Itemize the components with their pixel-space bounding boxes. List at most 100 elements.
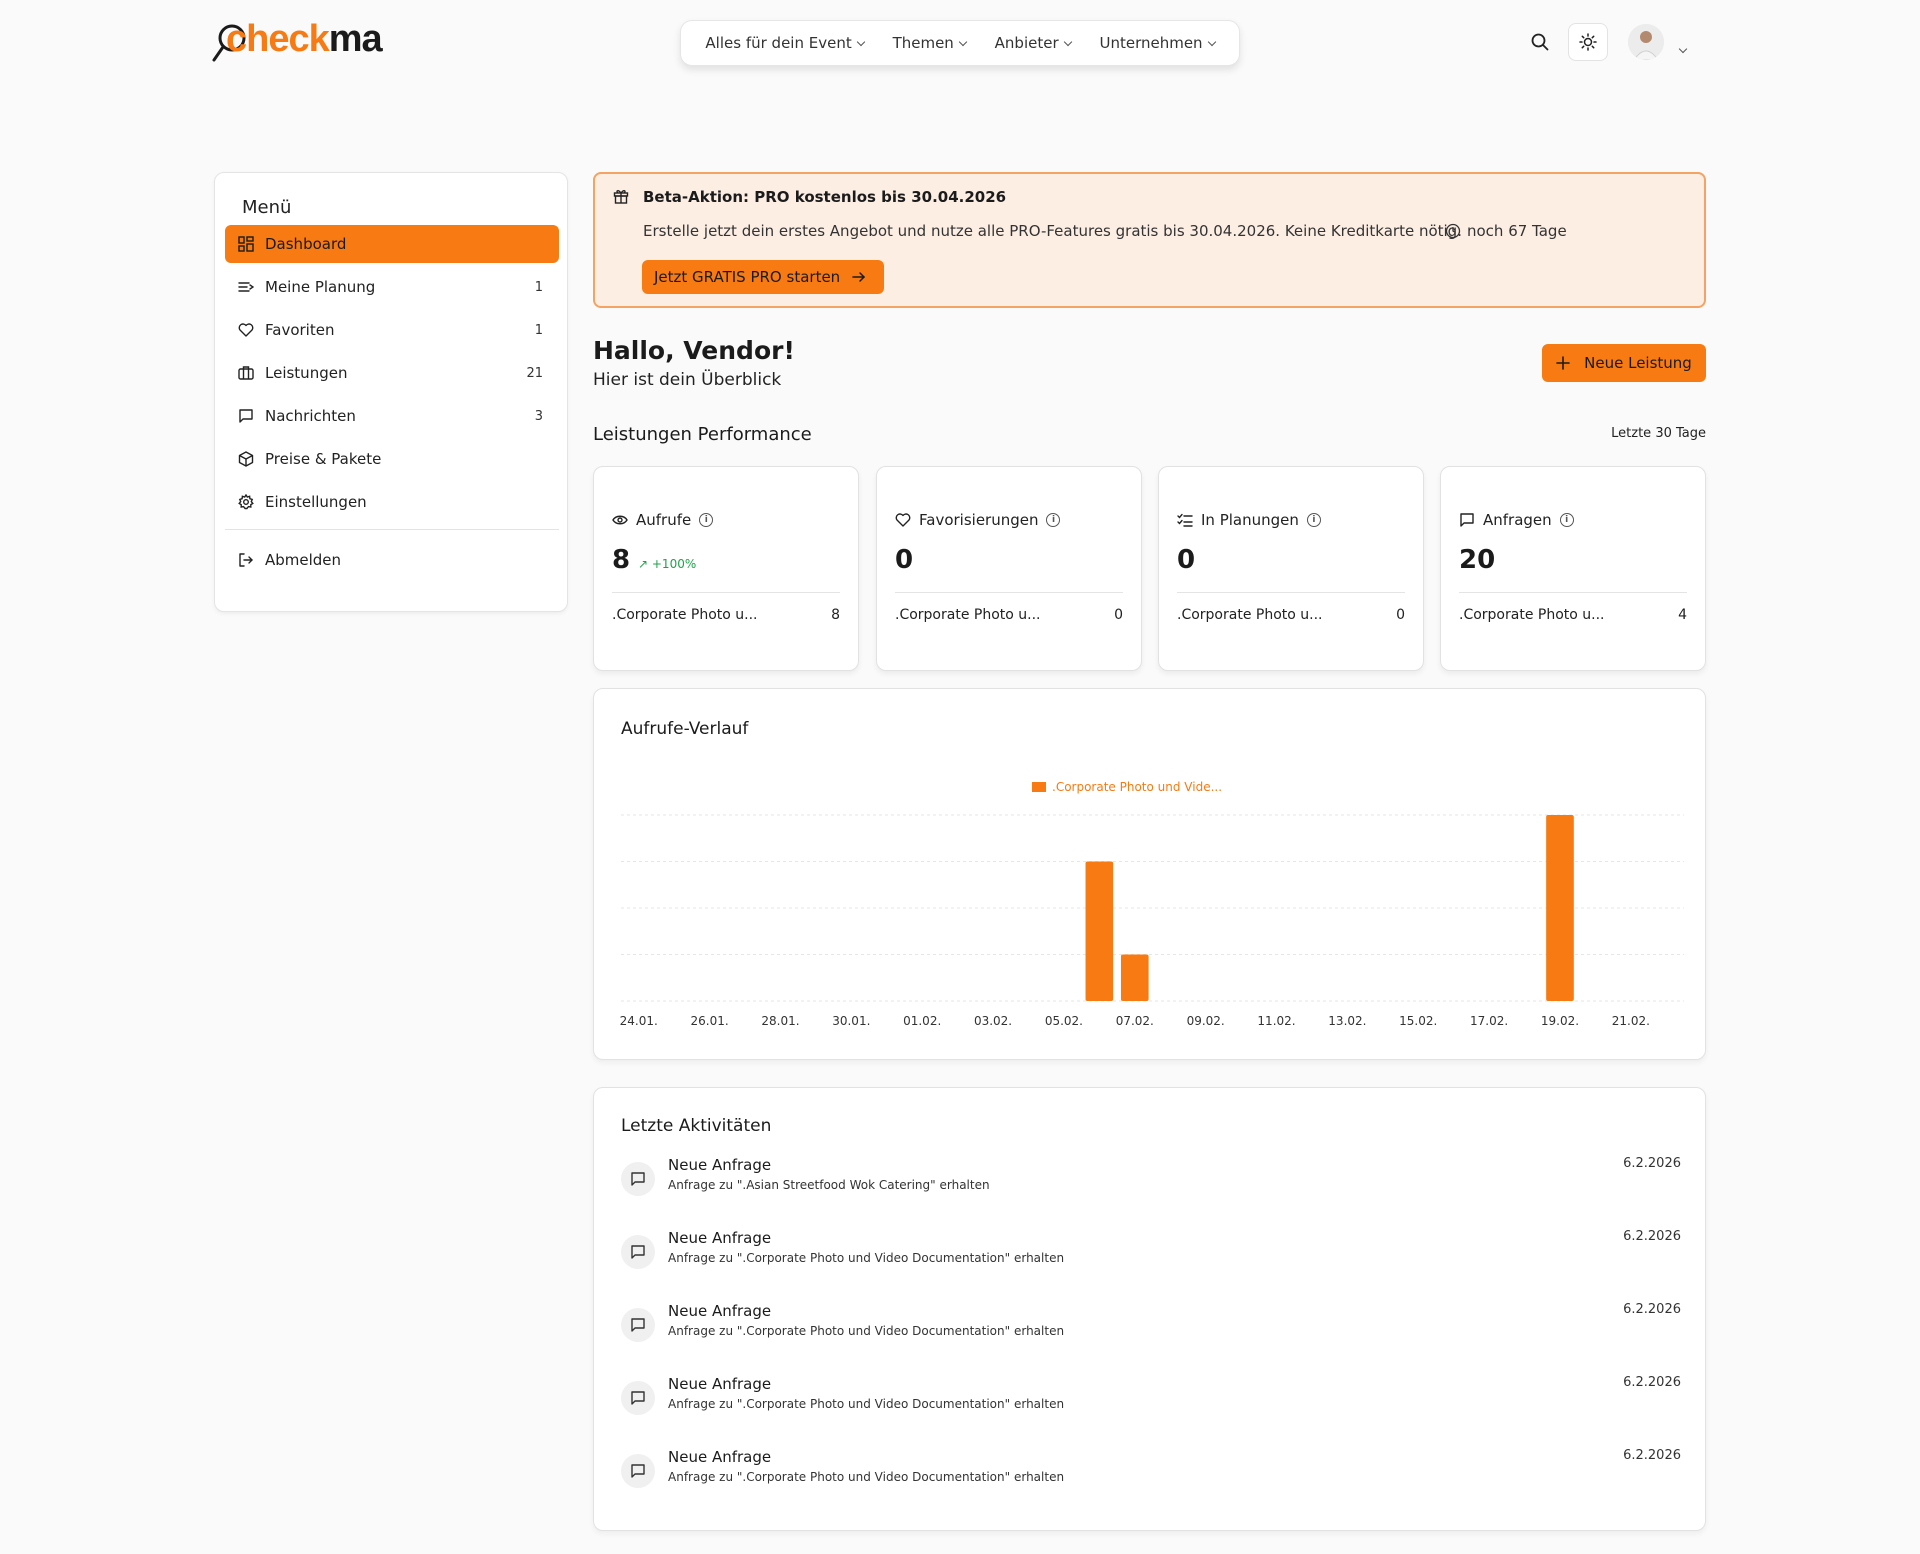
nav-item-themen[interactable]: Themen [893,34,968,52]
x-tick-label: 11.02. [1257,1014,1295,1028]
gift-icon [613,188,629,208]
nav-item-unternehmen[interactable]: Unternehmen [1099,34,1216,52]
avatar-menu-chevron[interactable] [1678,37,1688,56]
info-icon[interactable]: i [1046,513,1061,527]
x-tick-label: 24.01. [620,1014,658,1028]
sidebar-title: Menü [242,197,292,218]
arrow-right-icon [852,272,866,282]
brand-logo[interactable]: checkma [212,14,402,66]
sidebar-item-logout[interactable]: Abmelden [225,541,559,579]
stat-row-value: 4 [1678,607,1687,623]
sidebar-item-label: Meine Planung [265,278,376,296]
stat-label: In Planungen [1201,511,1299,529]
activity-item[interactable]: Neue Anfrage Anfrage zu ".Corporate Photo… [621,1302,1681,1354]
sidebar-item-label: Abmelden [265,551,342,569]
sidebar: Menü Dashboard Meine Planung 1 Favoriten… [214,172,568,612]
search-button[interactable] [1530,32,1550,52]
chevron-down-icon [1207,37,1216,46]
theme-toggle-button[interactable] [1568,23,1608,61]
sidebar-item-dashboard[interactable]: Dashboard [225,225,559,263]
page-subtitle: Hier ist dein Überblick [593,370,782,390]
stat-header: Anfragen i [1459,511,1574,529]
avatar[interactable] [1628,24,1664,60]
sidebar-item-count: 1 [534,279,543,295]
list-icon [237,278,255,296]
message-icon [621,1454,655,1488]
stat-row: .Corporate Photo u... 4 [1459,607,1687,623]
x-tick-label: 01.02. [903,1014,941,1028]
sidebar-item-count: 21 [526,365,543,381]
stat-divider [1459,592,1687,593]
checklist-icon [1177,513,1193,527]
nav-item-anbieter[interactable]: Anbieter [994,34,1072,52]
gear-icon [237,493,255,511]
message-icon [621,1308,655,1342]
legend-label: .Corporate Photo und Vide... [1052,780,1222,794]
performance-title: Leistungen Performance [593,424,812,445]
x-tick-label: 15.02. [1399,1014,1437,1028]
countdown-text: noch 67 Tage [1467,222,1567,240]
chevron-down-icon [1678,44,1688,54]
stat-row: .Corporate Photo u... 8 [612,607,840,623]
nav-label: Alles für dein Event [705,34,852,52]
clock-icon [1445,223,1461,239]
chevron-down-icon [856,37,865,46]
performance-range: Letzte 30 Tage [1611,426,1706,441]
x-tick-label: 09.02. [1187,1014,1225,1028]
x-tick-label: 17.02. [1470,1014,1508,1028]
stat-divider [612,592,840,593]
sun-icon [1579,33,1597,51]
user-photo [1628,24,1664,60]
stat-card-anfragen: Anfragen i 20 .Corporate Photo u... 4 [1440,466,1706,671]
activity-name: Neue Anfrage [668,1229,772,1247]
info-icon[interactable]: i [1559,513,1574,527]
activity-item[interactable]: Neue Anfrage Anfrage zu ".Asian Streetfoo… [621,1156,1681,1208]
nav-item-event[interactable]: Alles für dein Event [705,34,865,52]
stat-row: .Corporate Photo u... 0 [1177,607,1405,623]
activity-item[interactable]: Neue Anfrage Anfrage zu ".Corporate Photo… [621,1448,1681,1500]
activity-name: Neue Anfrage [668,1156,772,1174]
sidebar-divider [225,529,559,530]
x-tick-label: 26.01. [690,1014,728,1028]
message-icon [621,1381,655,1415]
stat-row-value: 0 [1114,607,1123,623]
start-pro-button[interactable]: Jetzt GRATIS PRO starten [642,260,885,294]
heart-icon [237,321,255,339]
nav-label: Anbieter [994,34,1059,52]
nav-label: Unternehmen [1099,34,1203,52]
activity-item[interactable]: Neue Anfrage Anfrage zu ".Corporate Photo… [621,1375,1681,1427]
stat-card-favorisierungen: Favorisierungen i 0 .Corporate Photo u..… [876,466,1142,671]
stat-row-label: .Corporate Photo u... [1459,607,1605,623]
sidebar-item-leistungen[interactable]: Leistungen 21 [225,354,559,392]
sidebar-item-label: Dashboard [265,235,347,253]
info-icon[interactable]: i [699,513,714,527]
new-service-button[interactable]: Neue Leistung [1542,344,1706,382]
sidebar-item-einstellungen[interactable]: Einstellungen [225,483,559,521]
sidebar-item-meine-planung[interactable]: Meine Planung 1 [225,268,559,306]
info-icon[interactable]: i [1306,513,1321,527]
recent-activities-card: Letzte Aktivitäten Neue Anfrage Anfrage z… [593,1087,1706,1531]
stat-row-value: 0 [1396,607,1405,623]
stat-value: 20 [1459,545,1496,575]
activity-name: Neue Anfrage [668,1302,772,1320]
sidebar-item-favoriten[interactable]: Favoriten 1 [225,311,559,349]
activity-item[interactable]: Neue Anfrage Anfrage zu ".Corporate Photo… [621,1229,1681,1281]
x-tick-label: 21.02. [1612,1014,1650,1028]
stat-value: 0 [1177,545,1196,575]
legend-swatch [1032,782,1046,792]
x-tick-label: 13.02. [1328,1014,1366,1028]
x-tick-label: 30.01. [832,1014,870,1028]
activity-date: 6.2.2026 [1623,1156,1681,1171]
activity-date: 6.2.2026 [1623,1448,1681,1463]
activity-date: 6.2.2026 [1623,1302,1681,1317]
x-tick-label: 05.02. [1045,1014,1083,1028]
new-service-label: Neue Leistung [1584,354,1692,372]
stat-divider [895,592,1123,593]
message-icon [237,407,255,425]
sidebar-item-nachrichten[interactable]: Nachrichten 3 [225,397,559,435]
activity-name: Neue Anfrage [668,1448,772,1466]
sidebar-item-count: 1 [534,322,543,338]
sidebar-item-preise-pakete[interactable]: Preise & Pakete [225,440,559,478]
activity-name: Neue Anfrage [668,1375,772,1393]
stat-card-in-planungen: In Planungen i 0 .Corporate Photo u... 0 [1158,466,1424,671]
